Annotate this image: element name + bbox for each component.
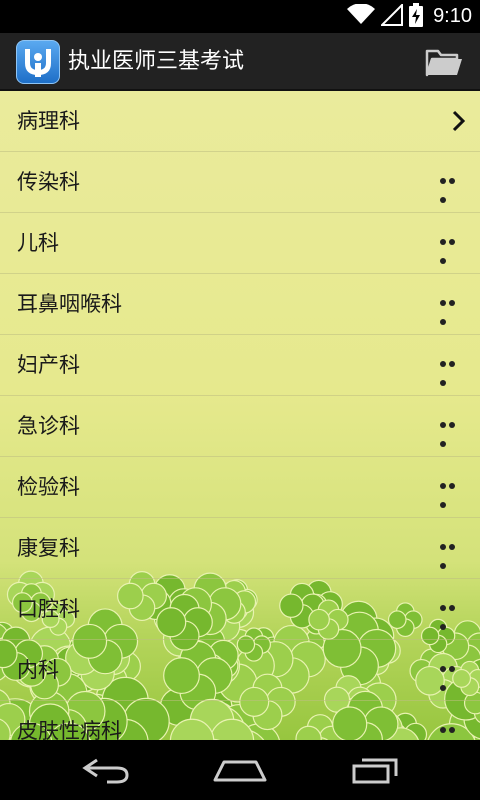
recents-button[interactable] — [344, 754, 404, 786]
list-item-label: 妇产科 — [17, 353, 80, 377]
more-options-icon[interactable] — [440, 178, 466, 203]
list-item[interactable]: 口腔科 — [0, 579, 480, 640]
back-icon — [82, 758, 129, 784]
list-item-label: 内科 — [17, 658, 59, 682]
recents-icon — [352, 758, 398, 784]
list-item[interactable]: 内科 — [0, 640, 480, 701]
more-options-icon[interactable] — [440, 544, 466, 569]
list-item-label: 急诊科 — [17, 414, 80, 438]
folder-button[interactable] — [424, 45, 464, 79]
list-item-label: 康复科 — [17, 536, 80, 560]
navigation-bar — [0, 740, 480, 800]
home-icon — [213, 760, 267, 782]
app-icon[interactable] — [16, 40, 60, 84]
list-item-label: 耳鼻咽喉科 — [17, 292, 122, 316]
list-item-label: 传染科 — [17, 170, 80, 194]
action-bar: 执业医师三基考试 — [0, 33, 480, 91]
more-options-icon[interactable] — [440, 300, 466, 325]
chevron-right-icon[interactable] — [448, 109, 468, 133]
battery-charging-icon — [409, 2, 424, 31]
wifi-icon — [347, 2, 376, 30]
folder-icon — [425, 49, 462, 77]
list-item[interactable]: 病理科 — [0, 91, 480, 152]
list-item-label: 病理科 — [17, 109, 80, 133]
list-item-label: 检验科 — [17, 475, 80, 499]
more-options-icon[interactable] — [440, 727, 466, 735]
list-item[interactable]: 妇产科 — [0, 335, 480, 396]
list-item[interactable]: 急诊科 — [0, 396, 480, 457]
list-item[interactable]: 皮肤性病科 — [0, 701, 480, 740]
category-list[interactable]: 病理科传染科儿科耳鼻咽喉科妇产科急诊科检验科康复科口腔科内科皮肤性病科 — [0, 91, 480, 740]
list-item[interactable]: 儿科 — [0, 213, 480, 274]
home-button[interactable] — [210, 754, 270, 786]
list-item[interactable]: 传染科 — [0, 152, 480, 213]
back-button[interactable] — [77, 754, 137, 786]
signal-icon — [379, 2, 404, 30]
more-options-icon[interactable] — [440, 239, 466, 264]
list-item[interactable]: 康复科 — [0, 518, 480, 579]
list-item-label: 儿科 — [17, 231, 59, 255]
more-options-icon[interactable] — [440, 666, 466, 691]
more-options-icon[interactable] — [440, 422, 466, 447]
more-options-icon[interactable] — [440, 483, 466, 508]
list-item[interactable]: 检验科 — [0, 457, 480, 518]
app-title: 执业医师三基考试 — [68, 49, 245, 74]
status-bar: 9:10 — [0, 0, 480, 33]
more-options-icon[interactable] — [440, 605, 466, 630]
status-time: 9:10 — [433, 5, 472, 27]
list-item-label: 皮肤性病科 — [17, 719, 122, 740]
list-item-label: 口腔科 — [17, 597, 80, 621]
list-item[interactable]: 耳鼻咽喉科 — [0, 274, 480, 335]
more-options-icon[interactable] — [440, 361, 466, 386]
